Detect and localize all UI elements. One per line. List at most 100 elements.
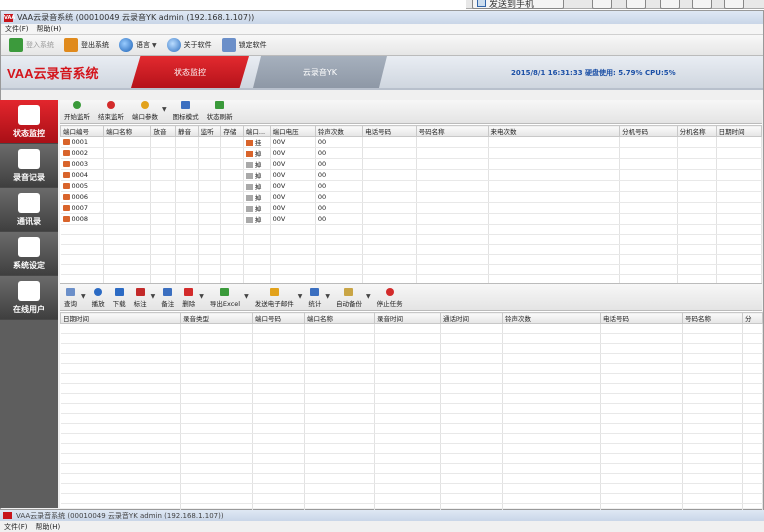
port-params-button[interactable]: 端口参数 — [132, 101, 158, 121]
chevron-down-icon[interactable]: ▼ — [244, 293, 249, 300]
table-cell — [180, 453, 253, 464]
icon-mode-button[interactable]: 图标模式 — [173, 101, 199, 121]
table-cell — [600, 423, 683, 434]
sidebar-item-status-monitor[interactable]: 状态监控 — [0, 100, 58, 144]
table-cell — [682, 493, 743, 504]
stop-listen-button[interactable]: 结束监听 — [98, 101, 124, 121]
table-row[interactable]: 0008 掉 00V 00 — [60, 213, 763, 225]
menu-help[interactable]: 帮助(H) — [37, 24, 62, 34]
table-cell — [175, 180, 199, 192]
chevron-down-icon[interactable]: ▼ — [151, 293, 156, 300]
table-cell — [440, 373, 503, 384]
mark-button[interactable]: 标注 — [134, 288, 147, 308]
table-row — [60, 333, 763, 344]
statistics-button[interactable]: 统计 — [308, 288, 321, 308]
menu-file[interactable]: 文件(F) — [4, 522, 28, 532]
table-cell — [175, 169, 199, 181]
table-row — [60, 453, 763, 464]
table-row[interactable]: 0007 掉 00V 00 — [60, 202, 763, 214]
table-cell — [600, 413, 683, 424]
table-row[interactable]: 0004 掉 00V 00 — [60, 169, 763, 181]
column-header[interactable]: 端口名称 — [103, 125, 152, 137]
table-cell — [488, 180, 621, 192]
logout-button[interactable]: 登出系统 — [60, 36, 113, 54]
table-cell — [488, 191, 621, 203]
send-email-button[interactable]: 发送电子邮件 — [255, 288, 294, 308]
table-cell — [60, 413, 181, 424]
column-header[interactable]: 分机名称 — [676, 125, 717, 137]
table-row[interactable]: 0005 掉 00V 00 — [60, 180, 763, 192]
table-cell — [502, 353, 601, 364]
query-button[interactable]: 查询 — [64, 288, 77, 308]
send-to-phone-button[interactable]: 发送到手机 — [472, 0, 564, 10]
column-header[interactable]: 电话号码 — [362, 125, 417, 137]
column-header[interactable]: 来电次数 — [487, 125, 621, 137]
tab-status-monitor[interactable]: 状态监控 — [131, 56, 249, 88]
delete-button[interactable]: 删除 — [182, 288, 195, 308]
column-header[interactable]: 存储 — [220, 125, 244, 137]
chevron-down-icon[interactable]: ▼ — [199, 293, 204, 300]
column-header[interactable]: 端口编号 — [59, 125, 105, 137]
table-cell — [103, 224, 152, 235]
table-row[interactable]: 0002 掉 00V 00 — [60, 147, 763, 159]
ext-button-3[interactable] — [660, 0, 680, 9]
export-excel-button[interactable]: 导出Excel — [210, 288, 240, 308]
menu-file[interactable]: 文件(F) — [5, 24, 29, 34]
column-header[interactable]: 铃声次数 — [314, 125, 364, 137]
language-button[interactable]: 语言 ▼ — [115, 36, 161, 54]
column-header[interactable]: 端口名称 — [304, 312, 375, 324]
column-header[interactable]: 通话时间 — [440, 312, 503, 324]
column-header[interactable]: 日期时间 — [60, 312, 181, 324]
stop-task-button[interactable]: 停止任务 — [377, 288, 403, 308]
ext-button-4[interactable] — [692, 0, 712, 9]
chevron-down-icon[interactable]: ▼ — [366, 293, 371, 300]
column-header[interactable]: 端口电压 — [269, 125, 316, 137]
column-header[interactable]: 分 — [742, 312, 763, 324]
play-button[interactable]: 播放 — [92, 288, 105, 308]
lock-button[interactable]: 锁定软件 — [218, 36, 271, 54]
column-header[interactable]: 号码名称 — [415, 125, 489, 137]
column-header[interactable]: 录音类型 — [180, 312, 253, 324]
column-header[interactable]: 铃声次数 — [502, 312, 601, 324]
column-header[interactable]: 电话号码 — [600, 312, 683, 324]
tab-cloud-recorder[interactable]: 云录音YK — [253, 56, 387, 88]
column-header[interactable]: 端口... — [242, 125, 271, 137]
ext-button-2[interactable] — [626, 0, 646, 9]
note-button[interactable]: 备注 — [161, 288, 174, 308]
chevron-down-icon[interactable]: ▼ — [81, 293, 86, 300]
sidebar-item-contacts[interactable]: 通讯录 — [0, 188, 58, 232]
table-cell — [60, 224, 105, 235]
table-row[interactable]: 0006 掉 00V 00 — [60, 191, 763, 203]
table-row[interactable]: 0001 挂 00V 00 — [60, 136, 763, 148]
column-header[interactable]: 监听 — [197, 125, 222, 137]
table-cell — [600, 353, 683, 364]
login-button[interactable]: 登入系统 — [5, 36, 58, 54]
column-header[interactable]: 静音 — [175, 125, 199, 137]
ext-button-1[interactable] — [592, 0, 612, 9]
column-header[interactable]: 放音 — [150, 125, 177, 137]
column-header[interactable]: 录音时间 — [374, 312, 441, 324]
sidebar-item-online-users[interactable]: 在线用户 — [0, 276, 58, 320]
refresh-status-label: 状态刷新 — [206, 113, 233, 121]
column-header[interactable]: 端口号码 — [252, 312, 305, 324]
table-cell — [619, 224, 678, 235]
menu-help[interactable]: 帮助(H) — [36, 522, 61, 532]
about-button[interactable]: 关于软件 — [163, 36, 216, 54]
chevron-down-icon[interactable]: ▼ — [298, 293, 303, 300]
ext-button-5[interactable] — [724, 0, 744, 9]
table-row — [60, 254, 763, 265]
table-row[interactable]: 0003 掉 00V 00 — [60, 158, 763, 170]
start-listen-button[interactable]: 开始监听 — [64, 101, 90, 121]
chevron-down-icon[interactable]: ▼ — [325, 293, 330, 300]
sidebar-item-settings[interactable]: 系统设定 — [0, 232, 58, 276]
column-header[interactable]: 分机号码 — [619, 125, 678, 137]
download-button[interactable]: 下载 — [113, 288, 126, 308]
chevron-down-icon[interactable]: ▼ — [162, 106, 167, 113]
column-header[interactable]: 号码名称 — [682, 312, 743, 324]
auto-backup-button[interactable]: 自动备份 — [336, 288, 362, 308]
table-row — [60, 224, 763, 235]
table-cell — [416, 254, 489, 265]
column-header[interactable]: 日期时间 — [715, 125, 763, 137]
refresh-status-button[interactable]: 状态刷新 — [207, 101, 233, 121]
sidebar-item-records[interactable]: 录音记录 — [0, 144, 58, 188]
